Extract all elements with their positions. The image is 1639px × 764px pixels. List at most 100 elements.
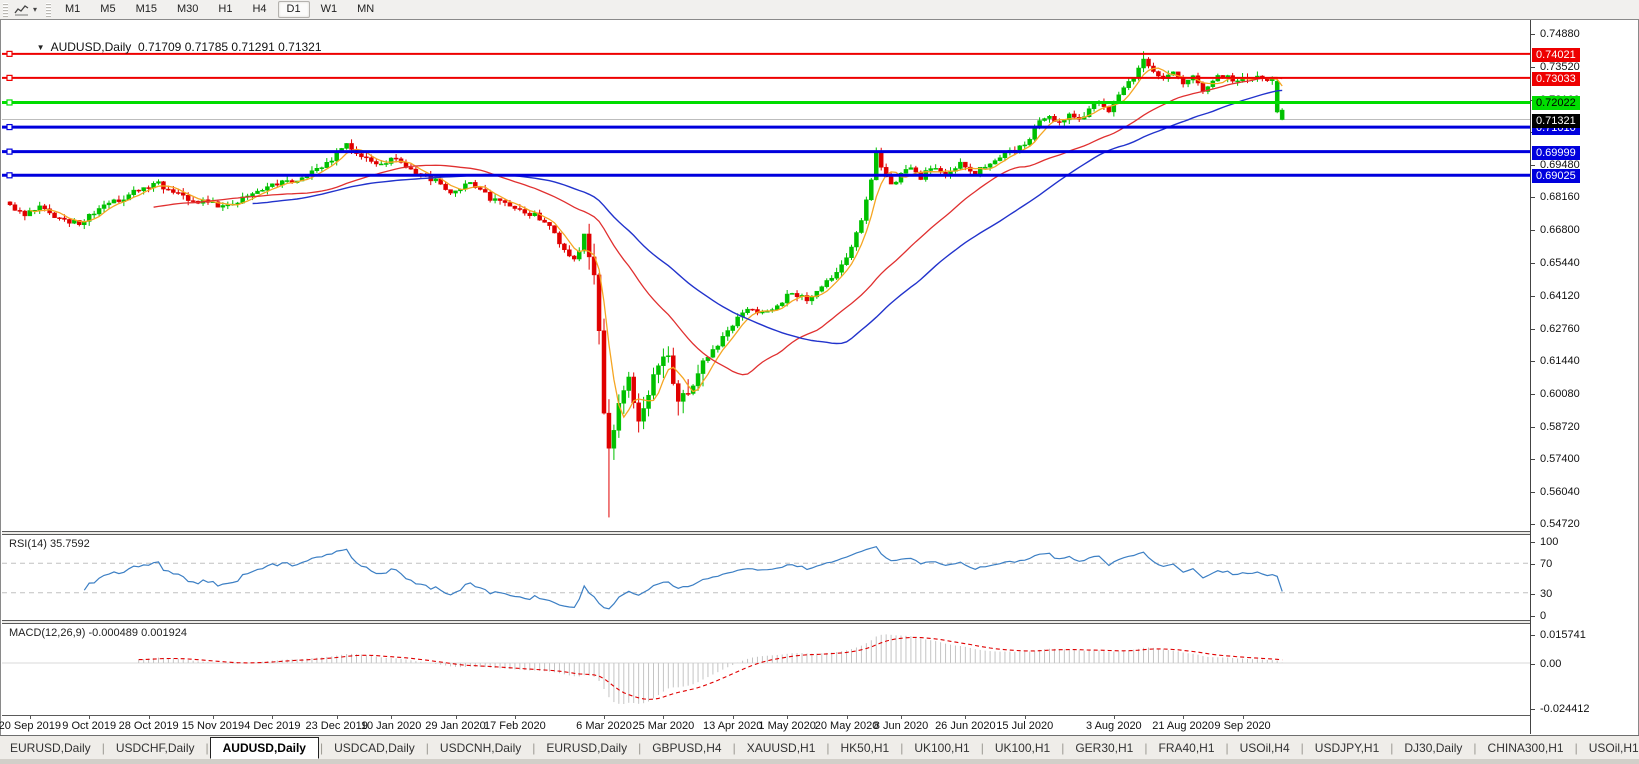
date-axis-label: 8 Jun 2020: [873, 720, 929, 732]
chart-tab-usoil-h1[interactable]: USOil,H1: [1579, 738, 1639, 758]
date-tick: [29, 716, 31, 719]
level-price-badge: 0.73033: [1532, 71, 1580, 86]
date-axis-label: 21 Aug 2020: [1152, 720, 1215, 732]
chart-tab-bar: EURUSD,Daily | USDCHF,Daily | AUDUSD,Daily | U…: [0, 735, 1639, 764]
chart-tab-eurusd-daily[interactable]: EURUSD,Daily: [536, 738, 637, 758]
chart-tab-audusd-daily[interactable]: AUDUSD,Daily: [209, 737, 319, 759]
axis-tick: [1531, 197, 1535, 199]
ohlc-close: 0.71321: [278, 40, 322, 54]
timeframe-button-W1[interactable]: W1: [312, 1, 347, 18]
date-tick: [212, 716, 214, 719]
timeframe-button-D1[interactable]: D1: [277, 1, 310, 18]
date-axis-label: 25 Mar 2020: [632, 720, 695, 732]
chart-tab-usoil-h4[interactable]: USOil,H4: [1230, 738, 1300, 758]
date-axis-label: 4 Dec 2019: [244, 720, 301, 732]
date-tick: [1183, 716, 1185, 719]
timeframe-button-M15[interactable]: M15: [127, 1, 166, 18]
axis-tick: [1531, 616, 1535, 617]
date-axis-label: 13 Apr 2020: [703, 720, 763, 732]
macd-tick-label: 0.00: [1540, 658, 1562, 670]
toolbar-grip-2[interactable]: [46, 2, 52, 17]
chevron-down-icon[interactable]: ▾: [33, 5, 37, 14]
axis-tick: [1531, 295, 1535, 297]
date-tick: [901, 716, 902, 719]
date-tick: [732, 716, 734, 719]
price-tick-label: 0.62760: [1540, 322, 1580, 335]
date-axis-label: 15 Jul 2020: [996, 720, 1054, 732]
date-axis-label: 20 Sep 2019: [0, 720, 61, 732]
rsi-pane[interactable]: RSI(14) 35.7592: [2, 535, 1530, 620]
ohlc-high: 0.71785: [184, 40, 229, 54]
chart-tab-fra40-h1[interactable]: FRA40,H1: [1148, 738, 1224, 758]
chart-type-icon[interactable]: [14, 3, 29, 16]
date-axis[interactable]: 20 Sep 2019 9 Oct 2019 28 Oct 2019 15 Nov 2…: [0, 715, 1530, 735]
price-tick-label: 0.68160: [1540, 191, 1580, 204]
axis-tick: [1531, 458, 1535, 460]
macd-tick-label: -0.024412: [1540, 703, 1590, 715]
timeframe-button-H4[interactable]: H4: [243, 1, 275, 18]
timeframe-button-M30[interactable]: M30: [168, 1, 207, 18]
date-axis-label: 23 Dec 2019: [305, 720, 368, 732]
tab-bar-bottom-strip: [0, 759, 1639, 764]
timeframe-buttons-group: M1 M5 M15 M30 H1 H4 D1 W1 MN: [55, 1, 384, 18]
chart-tab-xauusd-h1[interactable]: XAUUSD,H1: [737, 738, 826, 758]
chart-tab-eurusd-daily[interactable]: EURUSD,Daily: [0, 738, 101, 758]
axis-tick: [1531, 635, 1535, 636]
date-tick: [965, 716, 967, 719]
axis-tick: [1531, 328, 1535, 330]
axis-tick: [1531, 67, 1535, 69]
level-price-badge: 0.69999: [1532, 145, 1580, 160]
chart-tab-usdchf-daily[interactable]: USDCHF,Daily: [106, 738, 205, 758]
date-tick: [455, 716, 457, 719]
mt4-terminal: ▾ M1 M5 M15 M30 H1 H4 D1 W1 MN ▼ AUDUSD,Daily 0.7…: [0, 0, 1639, 764]
level-price-badge: 0.72022: [1532, 96, 1580, 111]
date-tick: [336, 716, 338, 719]
price-tick-label: 0.65440: [1540, 257, 1580, 270]
chart-tab-china300-h1[interactable]: CHINA300,H1: [1478, 738, 1574, 758]
axis-tick: [1531, 426, 1535, 428]
ohlc-open: 0.71709: [137, 40, 182, 54]
date-axis-label: 10 Jan 2020: [360, 720, 422, 732]
timeframe-toolbar: ▾ M1 M5 M15 M30 H1 H4 D1 W1 MN: [0, 0, 1639, 20]
chart-tab-dj30-daily[interactable]: DJ30,Daily: [1394, 738, 1472, 758]
chart-tab-usdcnh-daily[interactable]: USDCNH,Daily: [430, 738, 531, 758]
date-tick: [604, 716, 605, 719]
price-tick-label: 0.61440: [1540, 354, 1580, 367]
toolbar-grip[interactable]: [3, 2, 8, 17]
chart-tab-gbpusd-h4[interactable]: GBPUSD,H4: [642, 738, 731, 758]
rsi-tick-label: 30: [1540, 587, 1553, 600]
date-axis-label: 6 Mar 2020: [576, 720, 632, 732]
rsi-tick-label: 70: [1540, 558, 1553, 571]
chart-tab-ger30-h1[interactable]: GER30,H1: [1065, 738, 1143, 758]
price-axis[interactable]: 0.748800.735200.721600.708400.694800.681…: [1530, 20, 1638, 734]
chart-tab-usdcad-daily[interactable]: USDCAD,Daily: [324, 738, 425, 758]
timeframe-button-M5[interactable]: M5: [91, 1, 124, 18]
timeframe-button-M1[interactable]: M1: [56, 1, 89, 18]
price-tick-label: 0.58720: [1540, 420, 1580, 433]
chart-tab-uk100-h1[interactable]: UK100,H1: [985, 738, 1060, 758]
rsi-tick-label: 100: [1540, 536, 1559, 548]
chart-tab-uk100-h1[interactable]: UK100,H1: [904, 738, 979, 758]
timeframe-button-H1[interactable]: H1: [209, 1, 241, 18]
axis-tick: [1531, 165, 1535, 167]
macd-pane[interactable]: MACD(12,26,9) -0.000489 0.001924: [2, 624, 1530, 714]
date-axis-label: 15 Nov 2019: [181, 720, 245, 732]
price-pane[interactable]: ▼ AUDUSD,Daily 0.71709 0.71785 0.71291 0.…: [2, 21, 1530, 531]
symbol-dropdown-icon[interactable]: ▼: [37, 43, 45, 52]
price-tick-label: 0.56040: [1540, 485, 1580, 498]
rsi-tick-label: 0: [1540, 610, 1547, 622]
axis-tick: [1531, 491, 1535, 493]
axis-tick: [1531, 593, 1535, 595]
timeframe-button-MN[interactable]: MN: [348, 1, 383, 18]
date-axis-label: 17 Feb 2020: [484, 720, 546, 732]
chart-tab-hk50-h1[interactable]: HK50,H1: [831, 738, 900, 758]
chart-title[interactable]: ▼ AUDUSD,Daily 0.71709 0.71785 0.71291 0.…: [10, 26, 322, 68]
date-tick: [89, 716, 91, 719]
axis-tick: [1531, 709, 1535, 710]
axis-tick: [1531, 360, 1535, 362]
date-tick: [272, 716, 274, 719]
level-price-badge: 0.74021: [1532, 47, 1580, 62]
date-tick: [846, 716, 848, 719]
axis-tick: [1531, 393, 1535, 395]
chart-tab-usdjpy-h1[interactable]: USDJPY,H1: [1305, 738, 1389, 758]
